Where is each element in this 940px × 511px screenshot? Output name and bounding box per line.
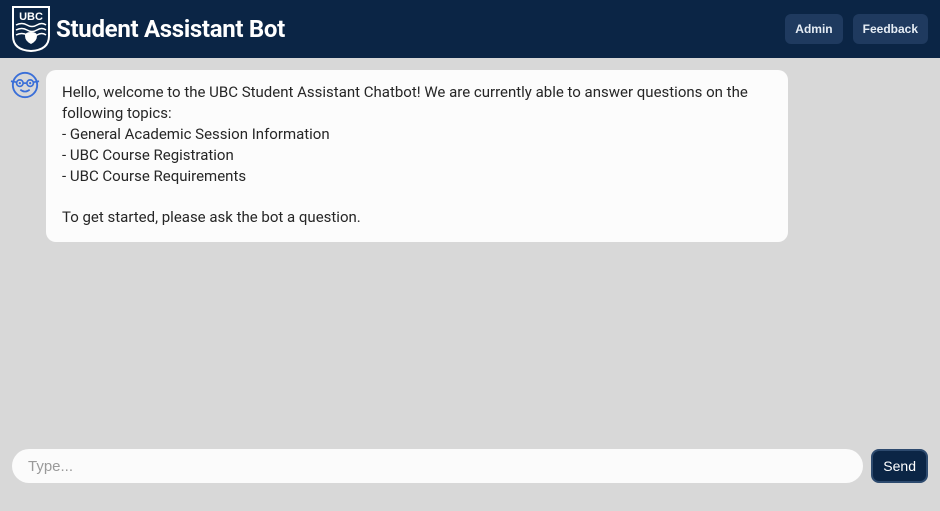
admin-button[interactable]: Admin [785, 14, 842, 44]
chat-area: Hello, welcome to the UBC Student Assist… [0, 58, 940, 439]
topic-item: - General Academic Session Information [62, 124, 772, 145]
topic-item: - UBC Course Registration [62, 145, 772, 166]
bot-message-bubble: Hello, welcome to the UBC Student Assist… [46, 70, 788, 242]
feedback-button[interactable]: Feedback [853, 14, 928, 44]
welcome-intro: Hello, welcome to the UBC Student Assist… [62, 82, 772, 124]
send-button[interactable]: Send [871, 449, 928, 483]
ubc-logo-icon: UBC [12, 6, 50, 52]
app-title: Student Assistant Bot [56, 15, 285, 43]
svg-text:UBC: UBC [19, 11, 43, 23]
welcome-outro: To get started, please ask the bot a que… [62, 207, 772, 228]
message-input[interactable] [12, 449, 863, 483]
topic-item: - UBC Course Requirements [62, 166, 772, 187]
bot-avatar-icon [10, 70, 40, 100]
app-header: UBC Student Assistant Bot Admin Feedback [0, 0, 940, 58]
header-right: Admin Feedback [785, 14, 928, 44]
header-left: UBC Student Assistant Bot [12, 6, 285, 52]
composer: Send [0, 439, 940, 511]
bot-message-row: Hello, welcome to the UBC Student Assist… [10, 70, 930, 242]
